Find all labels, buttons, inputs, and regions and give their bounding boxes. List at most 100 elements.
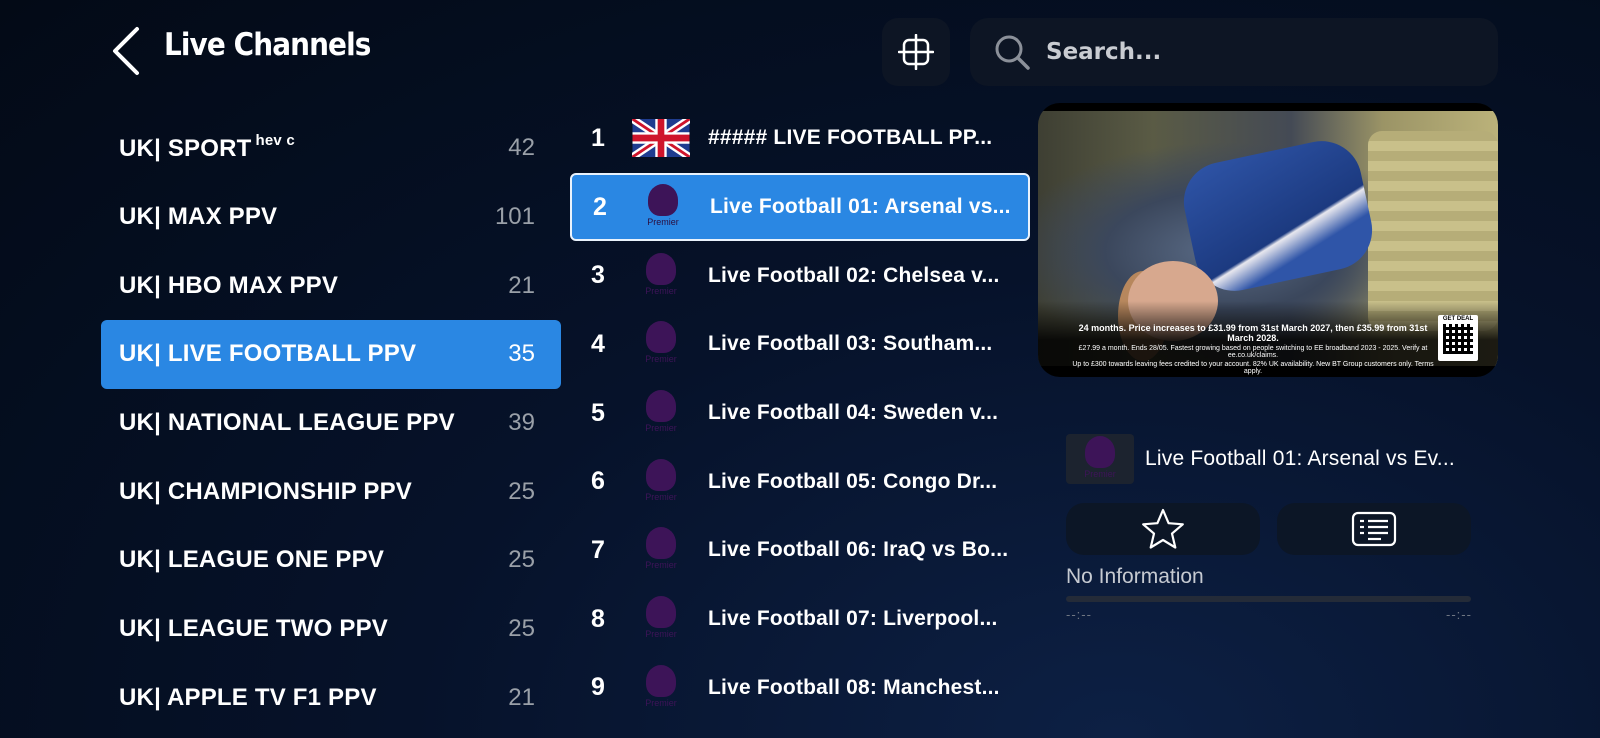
category-name: UK| APPLE TV F1 PPV — [119, 683, 377, 711]
category-item[interactable]: UK| MAX PPV 101 — [101, 183, 561, 252]
premier-league-logo: Premier — [641, 390, 681, 436]
channel-logo — [630, 114, 692, 162]
category-count: 35 — [508, 340, 535, 368]
qr-label: GET DEAL — [1442, 316, 1474, 322]
category-item[interactable]: UK| CHAMPIONSHIP PPV 25 — [101, 457, 561, 526]
category-count: 101 — [494, 203, 535, 231]
channel-logo: Premier — [632, 183, 694, 231]
favorite-button[interactable] — [1066, 503, 1260, 555]
lion-icon — [648, 184, 678, 217]
category-name: UK| NATIONAL LEAGUE PPV — [119, 409, 455, 437]
channel-list: 1 ##### LIVE FOOTBALL PP... 2 Premier Live F… — [570, 104, 1030, 722]
channel-item[interactable]: 5 Premier Live Football 04: Sweden v... — [570, 379, 1030, 448]
logo-text: Premier — [645, 491, 677, 502]
program-progress-bar — [1066, 596, 1471, 602]
channel-name: Live Football 05: Congo Dr... — [708, 469, 998, 493]
channel-logo: Premier — [630, 595, 692, 643]
category-item[interactable]: UK| APPLE TV F1 PPV 21 — [101, 664, 561, 733]
channel-number: 5 — [591, 398, 605, 427]
logo-text: Premier — [645, 423, 677, 434]
channel-logo: Premier — [630, 389, 692, 437]
back-button[interactable] — [104, 24, 148, 78]
channel-item[interactable]: 8 Premier Live Football 07: Liverpool... — [570, 585, 1030, 654]
premier-league-logo: Premier — [641, 252, 681, 299]
category-count: 21 — [508, 683, 535, 711]
channel-name: Live Football 03: Southam... — [708, 332, 993, 356]
qr-pattern — [1443, 324, 1473, 354]
chevron-left-icon — [113, 27, 139, 75]
uk-flag-icon — [632, 119, 690, 158]
premier-league-logo: Premier — [641, 458, 681, 505]
preview-frame: 24 months. Price increases to £31.99 fro… — [1038, 111, 1498, 375]
category-item[interactable]: UK| LIVE FOOTBALL PPV 35 — [101, 320, 561, 389]
premier-league-logo: Premier — [643, 184, 683, 230]
channel-number: 3 — [591, 261, 605, 290]
channel-item[interactable]: 2 Premier Live Football 01: Arsenal vs... — [570, 172, 1030, 242]
category-count: 25 — [508, 615, 535, 643]
lion-icon — [646, 596, 676, 629]
premier-league-logo: Premier — [641, 321, 681, 367]
category-tag: hev c — [255, 131, 295, 149]
channel-logo: Premier — [630, 526, 692, 574]
category-item[interactable]: UK| SPORT hev c 42 — [101, 114, 561, 183]
category-count: 25 — [508, 546, 535, 574]
category-item[interactable]: UK| LEAGUE ONE PPV 25 — [101, 526, 561, 595]
ad-overlay-text: 24 months. Price increases to £31.99 fro… — [1068, 323, 1438, 375]
channel-number: 8 — [591, 604, 605, 633]
program-end-time: --:-- — [1446, 607, 1472, 622]
channel-number: 2 — [593, 192, 607, 221]
category-name: UK| CHAMPIONSHIP PPV — [119, 477, 412, 505]
video-preview[interactable]: 24 months. Price increases to £31.99 fro… — [1038, 103, 1498, 377]
channel-name: Live Football 08: Manchest... — [708, 675, 1000, 699]
channel-number: 4 — [591, 329, 605, 358]
channel-item[interactable]: 9 Premier Live Football 08: Manchest... — [570, 654, 1030, 723]
category-name: UK| HBO MAX PPV — [119, 271, 339, 299]
category-name: UK| LIVE FOOTBALL PPV — [119, 340, 417, 368]
category-count: 39 — [508, 409, 535, 437]
lion-icon — [646, 252, 676, 285]
logo-text: Premier — [645, 354, 677, 365]
category-item[interactable]: UK| HBO MAX PPV 21 — [101, 251, 561, 320]
channel-item[interactable]: 1 ##### LIVE FOOTBALL PP... — [570, 104, 1030, 173]
grid-icon — [898, 34, 934, 70]
channel-name: Live Football 07: Liverpool... — [708, 607, 998, 631]
premier-league-logo: Premier — [641, 664, 681, 711]
star-icon — [1142, 508, 1184, 549]
channel-name: ##### LIVE FOOTBALL PP... — [708, 126, 993, 150]
channel-name: Live Football 01: Arsenal vs... — [710, 195, 1011, 219]
channel-item[interactable]: 4 Premier Live Football 03: Southam... — [570, 310, 1030, 379]
channel-logo: Premier — [630, 252, 692, 300]
logo-text: Premier — [645, 697, 677, 708]
search-bar[interactable] — [970, 18, 1498, 86]
lion-icon — [646, 390, 676, 423]
lion-icon — [646, 458, 676, 491]
channel-name: Live Football 02: Chelsea v... — [708, 263, 1000, 287]
logo-text: Premier — [645, 285, 677, 296]
now-playing-logo: Premier — [1066, 434, 1134, 484]
logo-text: Premier — [645, 629, 677, 640]
program-start-time: --:-- — [1066, 607, 1092, 622]
channel-item[interactable]: 6 Premier Live Football 05: Congo Dr... — [570, 447, 1030, 516]
page-title: Live Channels — [164, 27, 371, 63]
preview-shirt-shape — [1176, 133, 1380, 299]
ad-line-1: 24 months. Price increases to £31.99 fro… — [1078, 323, 1428, 343]
lion-icon — [646, 321, 676, 354]
channel-number: 7 — [591, 535, 605, 564]
channel-item[interactable]: 3 Premier Live Football 02: Chelsea v... — [570, 241, 1030, 310]
lion-icon — [646, 664, 676, 697]
list-icon — [1351, 511, 1397, 547]
multiview-button[interactable] — [882, 18, 950, 86]
category-count: 25 — [508, 477, 535, 505]
category-name: UK| MAX PPV — [119, 203, 278, 231]
category-item[interactable]: UK| LEAGUE TWO PPV 25 — [101, 595, 561, 664]
logo-text: Premier — [647, 217, 679, 228]
channel-number: 6 — [591, 467, 605, 496]
category-list: UK| SPORT hev c 42 UK| MAX PPV 101 UK| HBO MA… — [101, 114, 561, 732]
now-playing-title: Live Football 01: Arsenal vs Ev... — [1145, 447, 1455, 470]
channel-item[interactable]: 7 Premier Live Football 06: IraQ vs Bo... — [570, 516, 1030, 585]
channel-name: Live Football 06: IraQ vs Bo... — [708, 538, 1009, 562]
category-item[interactable]: UK| NATIONAL LEAGUE PPV 39 — [101, 389, 561, 458]
search-input[interactable] — [1046, 18, 1498, 86]
category-count: 42 — [508, 134, 535, 162]
epg-guide-button[interactable] — [1277, 503, 1471, 555]
